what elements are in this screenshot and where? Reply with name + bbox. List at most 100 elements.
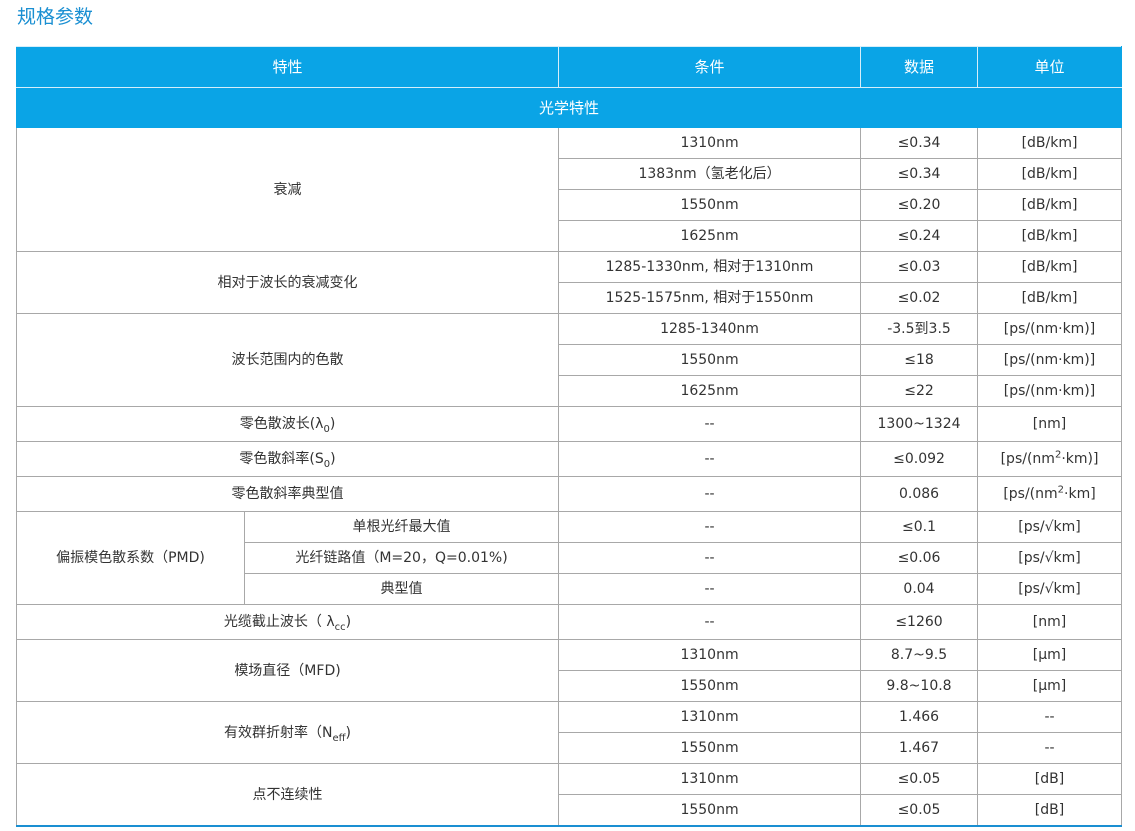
condition-cell: 1383nm（氢老化后） [558, 158, 862, 190]
table-row: 偏振模色散系数（PMD) 单根光纤最大值 -- ≤0.1 [ps/√km] [16, 511, 1123, 605]
header-data: 数据 [860, 46, 979, 88]
unit-cell: [ps/(nm2·km)] [977, 441, 1123, 477]
sub-property-cell: 单根光纤最大值 [243, 511, 560, 543]
unit-cell: [ps/√km] [977, 542, 1123, 574]
table-row: 零色散波长(λ0) -- 1300~1324 [nm] [15, 406, 1123, 442]
unit-cell: [ps/√km] [977, 573, 1123, 605]
property-zero-dispersion-slope-typical: 零色散斜率典型值 [15, 476, 560, 512]
data-cell: ≤18 [860, 344, 979, 376]
property-point-discontinuity: 点不连续性 [15, 763, 560, 827]
data-cell: 0.04 [860, 573, 979, 605]
condition-cell: -- [558, 511, 862, 543]
property-zero-dispersion-wavelength: 零色散波长(λ0) [15, 406, 560, 442]
table-row: 衰减 1310nm ≤0.34 [dB/km] [15, 127, 1123, 252]
condition-cell: -- [558, 406, 862, 442]
data-cell: 1300~1324 [860, 406, 979, 442]
condition-cell: 1285-1340nm [558, 313, 862, 345]
unit-cell: [μm] [977, 639, 1123, 671]
data-cell: ≤0.05 [860, 763, 979, 795]
table-row: 波长范围内的色散 1285-1340nm -3.5到3.5 [ps/(nm·km… [15, 313, 1123, 407]
unit-cell: [nm] [977, 406, 1123, 442]
table-row: 有效群折射率（Neff) 1310nm 1.466 -- [15, 701, 1123, 764]
data-cell: ≤1260 [860, 604, 979, 640]
property-refractive-index: 有效群折射率（Neff) [15, 701, 560, 764]
property-label-end: ) [345, 614, 352, 630]
condition-cell: 1310nm [558, 127, 862, 159]
unit-cell: [dB/km] [977, 251, 1123, 283]
property-label: 零色散波长(λ [239, 416, 324, 432]
unit-cell: [ps/(nm·km)] [977, 344, 1123, 376]
data-cell: ≤0.03 [860, 251, 979, 283]
table-row: 光缆截止波长（ λcc) -- ≤1260 [nm] [15, 604, 1123, 640]
unit-cell: [dB/km] [977, 127, 1123, 159]
section-row: 光学特性 [15, 87, 1123, 128]
condition-cell: 1285-1330nm, 相对于1310nm [558, 251, 862, 283]
property-pmd: 偏振模色散系数（PMD) [16, 511, 245, 605]
page-title: 规格参数 [17, 6, 94, 28]
header-property: 特性 [15, 46, 560, 88]
data-cell: ≤0.05 [860, 794, 979, 827]
property-mfd: 模场直径（MFD) [15, 639, 560, 702]
spec-table: 特性 条件 数据 单位 光学特性 衰减 1310nm ≤0.34 [dB/km]… [15, 46, 1123, 827]
section-title: 光学特性 [15, 87, 1123, 128]
property-label: 光缆截止波长（ λ [223, 614, 335, 630]
property-dispersion: 波长范围内的色散 [15, 313, 560, 407]
unit-cell: [ps/(nm·km)] [977, 313, 1123, 345]
sub-property-cell: 典型值 [243, 573, 560, 605]
data-cell: ≤0.20 [860, 189, 979, 221]
unit-post: ·km] [1064, 486, 1096, 502]
data-cell: -3.5到3.5 [860, 313, 979, 345]
sub-property-cell: 光纤链路值（M=20，Q=0.01%) [243, 542, 560, 574]
table-row: 点不连续性 1310nm ≤0.05 [dB] [15, 763, 1123, 827]
data-cell: ≤0.34 [860, 158, 979, 190]
unit-cell: [dB/km] [977, 220, 1123, 252]
data-cell: ≤0.06 [860, 542, 979, 574]
unit-cell: [dB] [977, 794, 1123, 827]
property-label-end: ) [329, 416, 336, 432]
property-label-end: ) [330, 451, 336, 467]
table-row: 相对于波长的衰减变化 1285-1330nm, 相对于1310nm ≤0.03 … [15, 251, 1123, 314]
condition-cell: 1310nm [558, 639, 862, 671]
condition-cell: 1550nm [558, 670, 862, 702]
data-cell: ≤0.1 [860, 511, 979, 543]
unit-cell: -- [977, 732, 1123, 764]
condition-cell: 1550nm [558, 344, 862, 376]
data-cell: ≤22 [860, 375, 979, 407]
condition-cell: 1625nm [558, 375, 862, 407]
unit-cell: [nm] [977, 604, 1123, 640]
condition-cell: -- [558, 441, 862, 477]
property-zero-dispersion-slope: 零色散斜率(S0) [15, 441, 560, 477]
table-row: 零色散斜率(S0) -- ≤0.092 [ps/(nm2·km)] [15, 441, 1123, 477]
data-cell: 0.086 [860, 476, 979, 512]
property-cable-cutoff: 光缆截止波长（ λcc) [15, 604, 560, 640]
unit-cell: [ps/√km] [977, 511, 1123, 543]
unit-pre: [ps/(nm [1003, 486, 1058, 502]
property-attenuation: 衰减 [15, 127, 560, 252]
property-label-sub: eff [332, 732, 346, 744]
condition-cell: -- [558, 476, 862, 512]
condition-cell: 1310nm [558, 763, 862, 795]
unit-cell: [dB/km] [977, 158, 1123, 190]
data-cell: ≤0.02 [860, 282, 979, 314]
data-cell: 9.8~10.8 [860, 670, 979, 702]
unit-cell: -- [977, 701, 1123, 733]
header-condition: 条件 [558, 46, 862, 88]
property-label-sub: cc [334, 621, 346, 633]
condition-cell: -- [558, 542, 862, 574]
property-label: 有效群折射率（N [224, 724, 333, 741]
condition-cell: -- [558, 604, 862, 640]
data-cell: ≤0.34 [860, 127, 979, 159]
data-cell: ≤0.24 [860, 220, 979, 252]
property-label: 零色散斜率(S [239, 451, 324, 467]
table-row: 模场直径（MFD) 1310nm 8.7~9.5 [μm] [15, 639, 1123, 702]
data-cell: 1.466 [860, 701, 979, 733]
unit-cell: [ps/(nm·km)] [977, 375, 1123, 407]
unit-cell: [dB] [977, 763, 1123, 795]
property-label-end: ) [345, 724, 351, 741]
property-attenuation-vs-wavelength: 相对于波长的衰减变化 [15, 251, 560, 314]
data-cell: 8.7~9.5 [860, 639, 979, 671]
table-header-row: 特性 条件 数据 单位 [15, 46, 1123, 88]
table-row: 零色散斜率典型值 -- 0.086 [ps/(nm2·km] [15, 476, 1123, 512]
unit-cell: [μm] [977, 670, 1123, 702]
condition-cell: -- [558, 573, 862, 605]
